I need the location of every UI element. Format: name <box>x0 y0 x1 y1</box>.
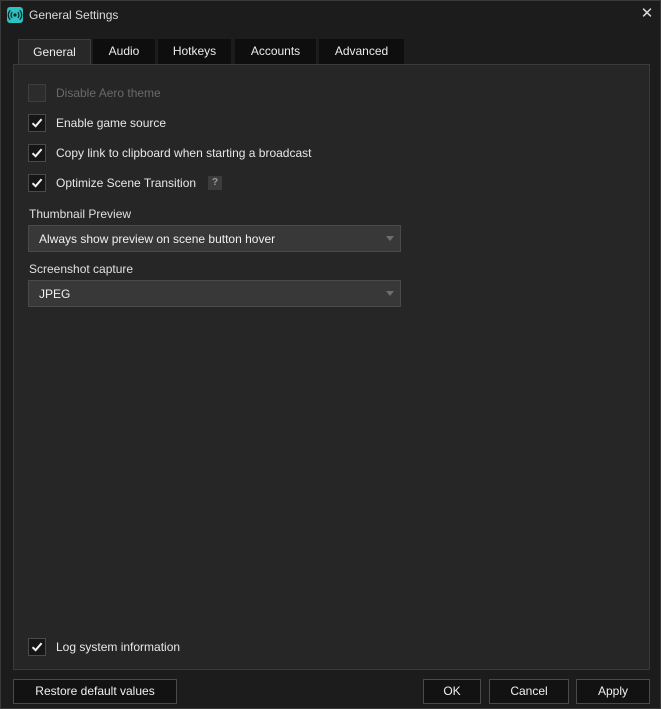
screenshot-capture-label: Screenshot capture <box>29 262 134 276</box>
close-icon[interactable]: ✕ <box>637 4 657 24</box>
copy-link-label: Copy link to clipboard when starting a b… <box>56 146 312 160</box>
title-bar: General Settings ✕ <box>1 1 660 29</box>
checkmark-icon <box>31 148 43 158</box>
tab-advanced[interactable]: Advanced <box>319 39 404 64</box>
chevron-down-icon <box>386 291 394 296</box>
disable-aero-label: Disable Aero theme <box>56 86 161 100</box>
general-panel: Disable Aero theme Enable game source Co… <box>13 64 650 670</box>
tab-general[interactable]: General <box>18 39 91 66</box>
chevron-down-icon <box>386 236 394 241</box>
tab-hotkeys[interactable]: Hotkeys <box>158 39 231 64</box>
thumbnail-preview-label: Thumbnail Preview <box>29 207 132 221</box>
restore-defaults-button[interactable]: Restore default values <box>13 679 177 704</box>
disable-aero-row: Disable Aero theme <box>28 84 161 102</box>
log-system-checkbox[interactable] <box>28 638 46 656</box>
screenshot-capture-dropdown[interactable]: JPEG <box>28 280 401 307</box>
optimize-scene-label: Optimize Scene Transition <box>56 176 197 190</box>
thumbnail-preview-dropdown[interactable]: Always show preview on scene button hove… <box>28 225 401 252</box>
apply-button[interactable]: Apply <box>576 679 650 704</box>
broadcast-icon <box>7 7 23 23</box>
window-title: General Settings <box>29 8 119 22</box>
log-system-row: Log system information <box>28 638 180 656</box>
optimize-scene-checkbox[interactable] <box>28 174 46 192</box>
enable-game-source-row: Enable game source <box>28 114 166 132</box>
ok-button[interactable]: OK <box>423 679 481 704</box>
help-icon[interactable]: ? <box>208 176 223 190</box>
cancel-button[interactable]: Cancel <box>489 679 569 704</box>
log-system-label: Log system information <box>56 640 181 654</box>
settings-window: General Settings ✕ General Audio Hotkeys… <box>0 0 661 709</box>
checkmark-icon <box>31 642 43 652</box>
enable-game-source-checkbox[interactable] <box>28 114 46 132</box>
copy-link-row: Copy link to clipboard when starting a b… <box>28 144 311 162</box>
enable-game-source-label: Enable game source <box>56 116 167 130</box>
copy-link-checkbox[interactable] <box>28 144 46 162</box>
checkmark-icon <box>31 178 43 188</box>
optimize-scene-row: Optimize Scene Transition ? <box>28 174 223 192</box>
tab-accounts[interactable]: Accounts <box>235 39 316 64</box>
thumbnail-preview-value: Always show preview on scene button hove… <box>39 232 276 246</box>
tab-audio[interactable]: Audio <box>93 39 155 64</box>
disable-aero-checkbox[interactable] <box>28 84 46 102</box>
screenshot-capture-value: JPEG <box>39 287 71 301</box>
checkmark-icon <box>31 118 43 128</box>
